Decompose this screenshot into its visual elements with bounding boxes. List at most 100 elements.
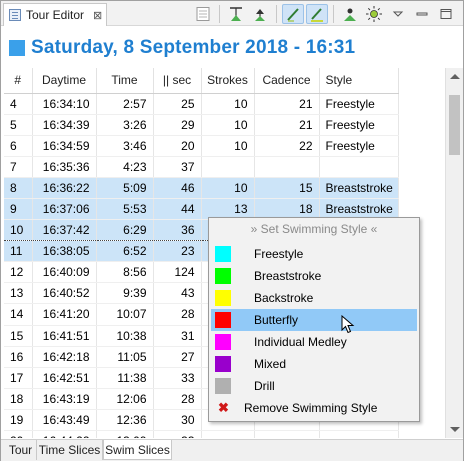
minimize-icon — [416, 12, 428, 16]
menu-item-butterfly[interactable]: Butterfly — [211, 309, 417, 331]
column-header-number[interactable]: # — [4, 68, 33, 94]
cell-pause-sec: 30 — [153, 409, 202, 432]
table-row[interactable]: 5 16:34:39 3:26 29 10 21 Freestyle — [4, 114, 399, 136]
cell-daytime: 16:40:09 — [32, 261, 97, 284]
column-header-style[interactable]: Style — [319, 68, 399, 94]
scroll-down-icon[interactable] — [450, 427, 460, 432]
table-row[interactable]: 8 16:36:22 5:09 46 10 15 Breaststroke — [4, 177, 399, 199]
cell-strokes: 10 — [201, 93, 255, 115]
menu-item-mixed[interactable]: Mixed — [211, 353, 417, 375]
maximize-button[interactable] — [435, 4, 457, 24]
add-slice-button[interactable] — [339, 4, 361, 24]
maximize-icon — [440, 9, 452, 19]
style-color-swatch — [215, 356, 231, 372]
add-person-icon — [344, 8, 356, 21]
cell-pause-sec: 46 — [153, 177, 202, 199]
toolbar-separator — [333, 5, 334, 23]
tab-tour[interactable]: Tour — [5, 440, 37, 460]
menu-item-label: Freestyle — [254, 247, 304, 261]
cell-time: 4:23 — [96, 156, 154, 178]
tab-tour-editor[interactable]: Tour Editor ⊠ — [3, 3, 107, 26]
cell-style: Breaststroke — [319, 177, 399, 199]
cell-number: 16 — [4, 346, 33, 368]
table-row[interactable]: 6 16:34:59 3:46 20 10 22 Freestyle — [4, 135, 399, 157]
cell-daytime: 16:34:10 — [32, 93, 97, 115]
cell-time: 6:29 — [96, 219, 154, 242]
scroll-up-icon[interactable] — [450, 74, 460, 79]
column-header-time[interactable]: Time — [96, 68, 154, 94]
cell-pause-sec: 33 — [153, 367, 202, 389]
menu-item-label: Remove Swimming Style — [244, 401, 378, 415]
cell-daytime: 16:35:36 — [32, 156, 97, 178]
cell-strokes — [201, 156, 255, 178]
cell-daytime: 16:41:51 — [32, 325, 97, 347]
cell-number: 12 — [4, 261, 33, 284]
highlight-button[interactable] — [363, 4, 385, 24]
cell-number: 18 — [4, 388, 33, 410]
edit-mode-button[interactable] — [282, 4, 304, 24]
cell-daytime: 16:40:52 — [32, 282, 97, 305]
cell-strokes: 10 — [201, 135, 255, 157]
cell-time: 5:53 — [96, 198, 154, 221]
cell-pause-sec: 23 — [153, 240, 202, 263]
column-header-daytime[interactable]: Daytime — [32, 68, 97, 94]
scrollbar-thumb[interactable] — [449, 95, 460, 155]
menu-item-remove-swimming-style[interactable]: ✖ Remove Swimming Style — [211, 397, 417, 419]
table-row[interactable]: 2016:44:2213:0933 — [4, 430, 399, 438]
cell-style — [319, 156, 399, 178]
menu-item-breaststroke[interactable]: Breaststroke — [211, 265, 417, 287]
tour-color-marker — [9, 40, 25, 56]
cell-time: 13:09 — [96, 430, 154, 438]
select-first-button[interactable] — [225, 4, 247, 24]
save-icon — [196, 7, 210, 21]
cell-daytime: 16:34:59 — [32, 135, 97, 157]
minimize-button[interactable] — [411, 4, 433, 24]
tour-editor-window: Tour Editor ⊠ Saturday, 8 September 2018… — [0, 0, 464, 461]
cell-daytime: 16:36:22 — [32, 177, 97, 199]
page-title: Saturday, 8 September 2018 - 16:31 — [31, 37, 356, 58]
column-header-pause-sec[interactable]: || sec — [153, 68, 202, 94]
cell-time: 10:38 — [96, 325, 154, 347]
cell-pause-sec: 25 — [153, 93, 202, 115]
cell-cadence: 22 — [254, 135, 320, 157]
menu-header: » Set Swimming Style « — [250, 222, 378, 236]
select-last-button[interactable] — [249, 4, 271, 24]
tab-time-slices[interactable]: Time Slices — [37, 440, 103, 460]
edit-pen-highlight-icon — [311, 8, 323, 22]
editor-icon — [9, 9, 21, 21]
table-row[interactable]: 7 16:35:36 4:23 37 — [4, 156, 399, 178]
column-header-strokes[interactable]: Strokes — [201, 68, 255, 94]
cell-style: Freestyle — [319, 114, 399, 136]
cell-number: 13 — [4, 282, 33, 305]
cell-time: 9:39 — [96, 282, 154, 305]
edit-style-button[interactable] — [306, 4, 328, 24]
column-header-cadence[interactable]: Cadence — [254, 68, 320, 94]
cell-pause-sec: 29 — [153, 114, 202, 136]
toolbar-separator — [219, 5, 220, 23]
close-icon[interactable]: ⊠ — [93, 9, 102, 22]
menu-item-label: Breaststroke — [254, 269, 322, 283]
editor-toolbar — [192, 4, 457, 24]
cell-time: 12:36 — [96, 409, 154, 432]
mouse-pointer-icon — [341, 315, 355, 334]
cell-number: 19 — [4, 409, 33, 432]
vertical-scrollbar[interactable] — [445, 68, 463, 438]
save-button[interactable] — [192, 4, 214, 24]
menu-item-backstroke[interactable]: Backstroke — [211, 287, 417, 309]
view-menu-button[interactable] — [387, 4, 409, 24]
cell-pause-sec: 44 — [153, 198, 202, 221]
menu-item-freestyle[interactable]: Freestyle — [211, 243, 417, 265]
cell-daytime: 16:44:22 — [32, 430, 97, 438]
style-color-swatch — [215, 378, 231, 394]
menu-item-drill[interactable]: Drill — [211, 375, 417, 397]
table-row[interactable]: 4 16:34:10 2:57 25 10 21 Freestyle — [4, 93, 399, 115]
cell-number: 17 — [4, 367, 33, 389]
bottom-tab-bar: Tour Time Slices Swim Slices — [1, 439, 463, 461]
menu-item-individual-medley[interactable]: Individual Medley — [211, 331, 417, 353]
cell-number: 5 — [4, 114, 33, 136]
cell-time: 12:06 — [96, 388, 154, 410]
select-first-icon — [230, 7, 242, 21]
menu-item-label: Drill — [254, 379, 275, 393]
tour-heading: Saturday, 8 September 2018 - 16:31 — [9, 37, 355, 59]
tab-swim-slices[interactable]: Swim Slices — [103, 440, 172, 460]
